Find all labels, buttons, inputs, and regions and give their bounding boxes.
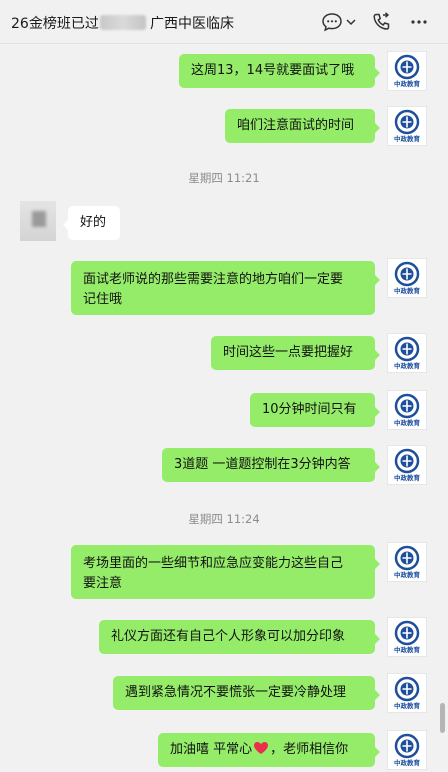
- message-text: 礼仪方面还有自己个人形象可以加分印象: [111, 629, 346, 644]
- avatar[interactable]: 中政教育: [387, 673, 427, 713]
- message-bubble[interactable]: 咱们注意面试的时间: [225, 109, 380, 143]
- logo-caption: 中政教育: [394, 702, 420, 710]
- message-text: 时间这些一点要把握好: [223, 345, 354, 360]
- contact-avatar[interactable]: [20, 201, 56, 241]
- avatar[interactable]: 中政教育: [387, 617, 427, 657]
- message-bubble[interactable]: 好的: [63, 206, 120, 240]
- phone-icon[interactable]: [370, 11, 392, 33]
- message-bubble[interactable]: 10分钟时间只有: [250, 393, 380, 427]
- avatar[interactable]: 中政教育: [387, 542, 427, 582]
- logo-caption: 中政教育: [394, 80, 420, 88]
- avatar[interactable]: 中政教育: [387, 445, 427, 485]
- timestamp: 星期四 11:24: [188, 512, 260, 526]
- heart-icon: [254, 742, 269, 754]
- logo-caption: 中政教育: [394, 759, 420, 767]
- avatar[interactable]: 中政教育: [387, 390, 427, 430]
- logo-caption: 中政教育: [394, 571, 420, 579]
- message-text: 这周13，14号就要面试了哦: [191, 63, 355, 78]
- message-bubble[interactable]: 礼仪方面还有自己个人形象可以加分印象: [99, 620, 380, 654]
- chat-title-suffix: 广西中医临床: [150, 16, 234, 32]
- message-text: 记住哦: [83, 292, 123, 307]
- message-bubble[interactable]: 加油嘻 平常心 ，老师相信你: [158, 733, 380, 767]
- message-text: 面试老师说的那些需要注意的地方咱们一定要: [83, 272, 344, 287]
- blurred-name: [100, 15, 146, 30]
- message-bubble[interactable]: 考场里面的一些细节和应急应变能力这些自己 要注意: [71, 545, 380, 599]
- avatar[interactable]: 中政教育: [387, 333, 427, 373]
- logo-caption: 中政教育: [394, 646, 420, 654]
- message-text: 加油嘻 平常心: [170, 742, 253, 757]
- message-text: 10分钟时间只有: [262, 402, 357, 417]
- timestamp: 星期四 11:21: [188, 171, 260, 185]
- message-text: 好的: [80, 215, 107, 230]
- chat-title-prefix: 26金榜班已过: [11, 16, 99, 32]
- message-text: ，老师相信你: [270, 742, 349, 757]
- message-bubble[interactable]: 3道题 一道题控制在3分钟内答: [162, 448, 380, 482]
- message-bubble[interactable]: 遇到紧急情况不要慌张一定要冷静处理: [113, 676, 380, 710]
- message-text: 要注意: [83, 576, 123, 591]
- chevron-down-icon[interactable]: [340, 11, 362, 33]
- message-text: 遇到紧急情况不要慌张一定要冷静处理: [125, 685, 347, 700]
- avatar[interactable]: 中政教育: [387, 106, 427, 146]
- avatar[interactable]: 中政教育: [387, 258, 427, 298]
- logo-caption: 中政教育: [394, 362, 420, 370]
- more-icon[interactable]: [408, 11, 430, 33]
- message-text: 考场里面的一些细节和应急应变能力这些自己: [83, 556, 344, 571]
- logo-caption: 中政教育: [394, 474, 420, 482]
- message-text: 咱们注意面试的时间: [237, 118, 355, 133]
- message-bubble[interactable]: 面试老师说的那些需要注意的地方咱们一定要 记住哦: [71, 261, 380, 315]
- logo-caption: 中政教育: [394, 135, 420, 143]
- chat-header: 26金榜班已过 广西中医临床: [0, 0, 448, 44]
- message-bubble[interactable]: 时间这些一点要把握好: [211, 336, 380, 370]
- logo-caption: 中政教育: [394, 287, 420, 295]
- avatar[interactable]: 中政教育: [387, 730, 427, 770]
- logo-caption: 中政教育: [394, 419, 420, 427]
- scrollbar[interactable]: [440, 703, 445, 733]
- message-bubble[interactable]: 这周13，14号就要面试了哦: [179, 54, 380, 88]
- avatar[interactable]: 中政教育: [387, 51, 427, 91]
- message-text: 3道题 一道题控制在3分钟内答: [174, 457, 351, 472]
